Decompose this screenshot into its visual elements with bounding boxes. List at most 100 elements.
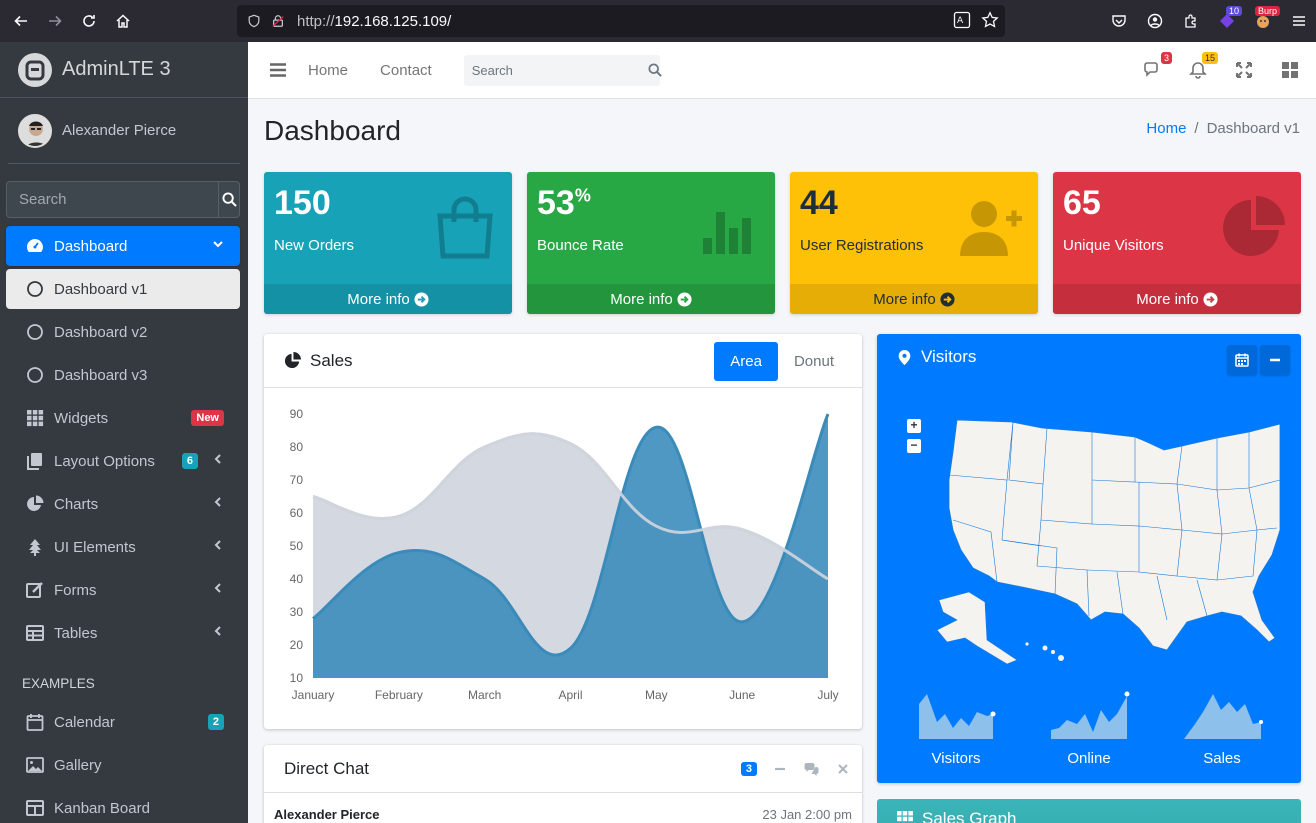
home-button[interactable]	[106, 4, 140, 38]
pocket-button[interactable]	[1102, 4, 1136, 38]
arrow-left-icon	[14, 15, 27, 27]
shield-icon[interactable]	[247, 14, 261, 28]
sidebar-item-calendar[interactable]: Calendar 2	[6, 702, 240, 742]
more-info-text: More info	[1136, 290, 1199, 308]
reload-icon	[83, 15, 95, 27]
sidebar-search-input[interactable]	[6, 181, 218, 218]
y-tick-label: 10	[290, 671, 304, 685]
tachometer-icon	[26, 237, 44, 255]
brand-text: AdminLTE 3	[62, 58, 171, 80]
sidebar-item-tables[interactable]: Tables	[6, 613, 240, 653]
x-tick-label: June	[729, 688, 755, 702]
puzzle-icon	[1185, 14, 1196, 28]
sidebar-toggle-button[interactable]	[248, 63, 308, 77]
fullscreen-button[interactable]	[1232, 58, 1256, 82]
small-box-new-orders: 150 New Orders More info	[264, 172, 512, 314]
sidebar-item-label: Charts	[54, 495, 99, 513]
sidebar-search-button[interactable]	[218, 181, 240, 218]
x-tick-label: July	[817, 688, 838, 702]
more-info-text: More info	[610, 290, 673, 308]
date-range-button[interactable]	[1227, 345, 1257, 375]
extension-purple-button[interactable]: 10	[1210, 4, 1244, 38]
sidebar: AdminLTE 3 Alexander Pierce Dashboard Da…	[0, 42, 248, 823]
notifications-button[interactable]: 15	[1186, 52, 1218, 82]
arrow-circle-right-icon	[1203, 291, 1218, 307]
edit-icon	[26, 581, 44, 599]
columns-icon	[26, 799, 44, 817]
comments-icon[interactable]	[803, 762, 820, 776]
sales-area-chart: 10 20 30 40 50 60 70 80 90 January February March Ap…	[290, 407, 839, 702]
url-bar[interactable]: http://192.168.125.109/ A	[237, 5, 1005, 37]
chat-count-badge[interactable]: 3	[740, 762, 757, 776]
sidebar-item-kanban[interactable]: Kanban Board	[6, 788, 240, 823]
reload-button[interactable]	[72, 4, 106, 38]
x-tick-label: February	[375, 688, 423, 702]
sidebar-item-label: Dashboard v1	[54, 280, 148, 298]
tab-donut[interactable]: Donut	[778, 342, 850, 381]
burp-badge: Burp	[1254, 6, 1280, 16]
map-marker-icon	[898, 349, 911, 365]
chevron-left-icon	[214, 626, 221, 636]
value-text: 44	[800, 184, 838, 222]
translate-icon[interactable]: A	[953, 11, 971, 29]
sidebar-item-dashboard-v3[interactable]: Dashboard v3	[6, 355, 240, 395]
th-large-icon	[1282, 62, 1298, 78]
th-icon	[897, 811, 913, 822]
breadcrumb: Home / Dashboard v1	[1146, 120, 1300, 137]
sidebar-search	[6, 181, 240, 218]
sales-card: Sales Area Donut 10 20 30 40 50 60 70 80 90 Janua…	[264, 334, 862, 729]
sidebar-item-dashboard[interactable]: Dashboard	[6, 226, 240, 266]
forward-button[interactable]	[38, 4, 72, 38]
circle-icon	[26, 366, 44, 384]
tab-area[interactable]: Area	[714, 342, 778, 381]
top-navbar: Home Contact 3 15	[248, 42, 1316, 99]
nav-link-home[interactable]: Home	[308, 62, 348, 79]
sidebar-item-forms[interactable]: Forms	[6, 570, 240, 610]
sidebar-item-dashboard-v2[interactable]: Dashboard v2	[6, 312, 240, 352]
bar-chart-icon	[703, 212, 751, 254]
sidebar-item-dashboard-v1[interactable]: Dashboard v1	[6, 269, 240, 309]
arrow-circle-right-icon	[940, 291, 955, 307]
more-info-link[interactable]: More info	[1053, 284, 1301, 314]
more-info-text: More info	[347, 290, 410, 308]
more-info-link[interactable]: More info	[264, 284, 512, 314]
extensions-button[interactable]	[1174, 4, 1208, 38]
sidebar-item-widgets[interactable]: Widgets New	[6, 398, 240, 438]
user-name[interactable]: Alexander Pierce	[62, 122, 176, 139]
url-prefix: http://	[297, 12, 335, 30]
sidebar-item-label: Dashboard v2	[54, 323, 148, 341]
chevron-down-icon	[213, 241, 223, 248]
sidebar-item-gallery[interactable]: Gallery	[6, 745, 240, 785]
breadcrumb-home-link[interactable]: Home	[1146, 120, 1186, 137]
navbar-search-input[interactable]	[463, 62, 648, 78]
app-menu-button[interactable]	[1282, 4, 1316, 38]
chevron-left-icon	[214, 454, 221, 464]
more-info-link[interactable]: More info	[790, 284, 1038, 314]
adminlte-logo-icon	[25, 60, 45, 80]
close-icon[interactable]	[836, 762, 850, 776]
control-sidebar-button[interactable]	[1278, 58, 1302, 82]
navbar-search-button[interactable]	[648, 63, 662, 77]
burp-extension-button[interactable]: Burp	[1246, 4, 1280, 38]
sidebar-item-layout-options[interactable]: Layout Options 6	[6, 441, 240, 481]
nav-link-contact[interactable]: Contact	[380, 62, 432, 79]
brand-link[interactable]: AdminLTE 3	[0, 42, 248, 98]
y-tick-label: 20	[290, 638, 304, 652]
sidebar-item-charts[interactable]: Charts	[6, 484, 240, 524]
calendar-icon	[26, 713, 44, 731]
collapse-button[interactable]	[1260, 345, 1290, 375]
small-box-label: Bounce Rate	[537, 237, 624, 254]
direct-chat-card: Direct Chat 3 Alexander Pierce 23 Jan 2:…	[264, 745, 862, 823]
page-title: Dashboard	[264, 115, 401, 146]
sidebar-item-ui-elements[interactable]: UI Elements	[6, 527, 240, 567]
messages-button[interactable]: 3	[1140, 52, 1172, 82]
account-button[interactable]	[1138, 4, 1172, 38]
circle-icon	[26, 280, 44, 298]
insecure-lock-icon[interactable]	[271, 14, 285, 28]
user-panel[interactable]: Alexander Pierce	[8, 98, 240, 164]
more-info-link[interactable]: More info	[527, 284, 775, 314]
bookmark-star-icon[interactable]	[981, 11, 999, 29]
back-button[interactable]	[4, 4, 38, 38]
search-icon	[648, 63, 662, 77]
minus-icon[interactable]	[773, 762, 787, 776]
